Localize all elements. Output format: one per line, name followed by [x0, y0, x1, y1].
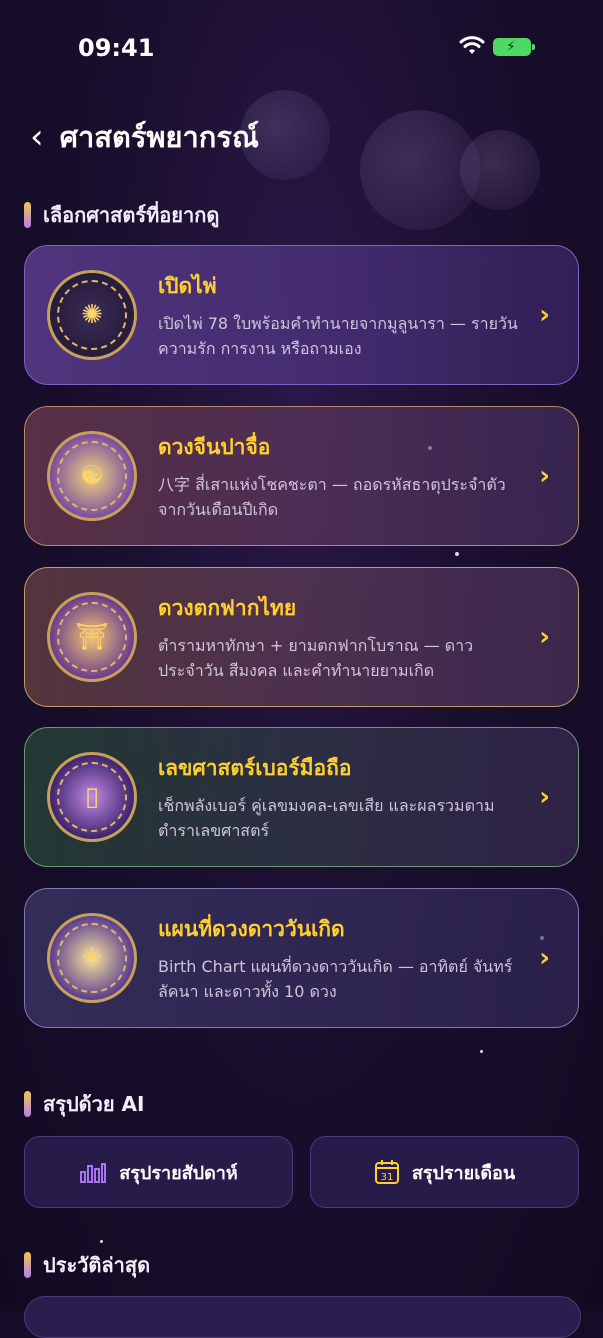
- chevron-right-icon: ›: [539, 300, 550, 330]
- section-title: สรุปด้วย AI: [43, 1092, 145, 1116]
- section-history: ประวัติล่าสุด: [24, 1249, 150, 1281]
- weekly-summary-button[interactable]: สรุปรายสัปดาห์: [24, 1136, 293, 1208]
- section-bar-icon: [24, 202, 31, 228]
- wifi-icon: [459, 36, 485, 54]
- battery-icon: ⚡: [493, 38, 535, 56]
- card-title: เปิดไพ่: [158, 273, 217, 298]
- card-description: เช็กพลังเบอร์ คู่เลขมงคล-เลขเสีย และผลรว…: [158, 795, 495, 840]
- card-bazi[interactable]: ☯ ดวงจีนปาจื่อ 八字 สี่เสาแห่งโชคชะตา — ถอ…: [24, 406, 579, 546]
- section-bar-icon: [24, 1252, 31, 1278]
- monthly-summary-label: สรุปรายเดือน: [411, 1162, 516, 1184]
- card-description: ตำรามหาทักษา + ยามตกฟากโบราณ — ดาว ประจำ…: [158, 635, 474, 680]
- chevron-right-icon: ›: [539, 782, 550, 812]
- card-tarot[interactable]: ✺ เปิดไพ่ เปิดไพ่ 78 ใบพร้อมคำทำนายจากมู…: [24, 245, 579, 385]
- svg-text:31: 31: [380, 1172, 393, 1183]
- moon-decoration: [460, 130, 540, 210]
- bar-chart-icon: [80, 1163, 107, 1183]
- zodiac-wheel-icon: ☀: [47, 913, 137, 1003]
- card-description: 八字 สี่เสาแห่งโชคชะตา — ถอดรหัสธาตุประจำต…: [158, 474, 506, 519]
- card-title: เลขศาสตร์เบอร์มือถือ: [158, 755, 352, 780]
- bazi-dragon-icon: ☯: [47, 431, 137, 521]
- card-birth-chart[interactable]: ☀ แผนที่ดวงดาววันเกิด Birth Chart แผนที่…: [24, 888, 579, 1028]
- tarot-wheel-icon: ✺: [47, 270, 137, 360]
- phone-numerology-icon: ▯: [47, 752, 137, 842]
- chevron-right-icon: ›: [539, 943, 550, 973]
- card-phone-numerology[interactable]: ▯ เลขศาสตร์เบอร์มือถือ เช็กพลังเบอร์ คู่…: [24, 727, 579, 867]
- star-decoration: [100, 1240, 103, 1243]
- card-title: ดวงจีนปาจื่อ: [158, 434, 271, 459]
- status-bar: 09:41 ⚡: [0, 34, 603, 64]
- page-header: ‹ ศาสตร์พยากรณ์: [30, 112, 259, 162]
- weekly-summary-label: สรุปรายสัปดาห์: [119, 1162, 238, 1184]
- section-bar-icon: [24, 1091, 31, 1117]
- card-description: เปิดไพ่ 78 ใบพร้อมคำทำนายจากมูลูนารา — ร…: [158, 313, 518, 358]
- section-title: เลือกศาสตร์ที่อยากดู: [43, 203, 220, 227]
- section-title: ประวัติล่าสุด: [43, 1253, 151, 1277]
- history-card[interactable]: [24, 1296, 581, 1338]
- card-thai-horoscope[interactable]: ⛩ ดวงตกฟากไทย ตำรามหาทักษา + ยามตกฟากโบร…: [24, 567, 579, 707]
- chevron-right-icon: ›: [539, 461, 550, 491]
- page-title: ศาสตร์พยากรณ์: [59, 120, 259, 154]
- chevron-right-icon: ›: [539, 622, 550, 652]
- section-choose: เลือกศาสตร์ที่อยากดู: [24, 199, 219, 231]
- back-chevron-icon[interactable]: ‹: [30, 120, 44, 154]
- star-decoration: [480, 1050, 483, 1053]
- calendar-icon: 31: [374, 1160, 399, 1184]
- card-title: แผนที่ดวงดาววันเกิด: [158, 916, 345, 941]
- section-ai: สรุปด้วย AI: [24, 1088, 144, 1120]
- thai-temple-icon: ⛩: [47, 592, 137, 682]
- status-time: 09:41: [78, 34, 155, 62]
- star-decoration: [455, 552, 459, 556]
- card-title: ดวงตกฟากไทย: [158, 595, 297, 620]
- card-description: Birth Chart แผนที่ดวงดาววันเกิด — อาทิตย…: [158, 956, 513, 1001]
- monthly-summary-button[interactable]: 31 สรุปรายเดือน: [310, 1136, 579, 1208]
